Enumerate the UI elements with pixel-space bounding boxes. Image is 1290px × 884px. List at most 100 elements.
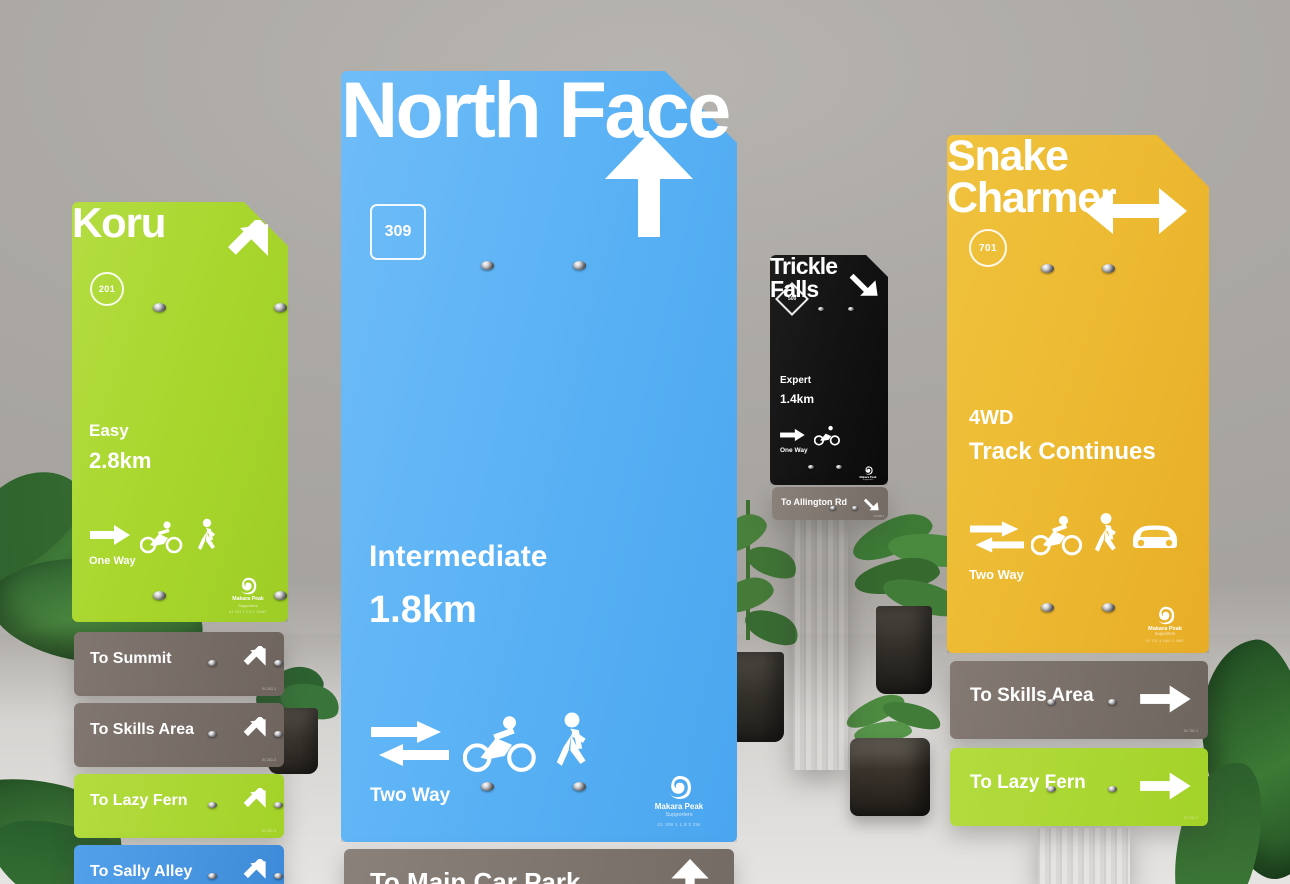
brand-subtitle: Supporters: [862, 478, 874, 481]
koru-spiral-icon: [667, 775, 691, 799]
sign-koru[interactable]: 201 Koru Easy 2.8km One Way Makara Peak …: [72, 201, 288, 622]
bolt: [208, 731, 217, 737]
arrow-two-way-icon: [371, 721, 449, 766]
finger-bar-to-main-car-park[interactable]: To Main Car Park: [344, 849, 734, 884]
car-icon: [1133, 525, 1177, 548]
arrow-down-right-icon: [863, 498, 879, 511]
sign-snake-charmer-way-label: Two Way: [969, 567, 1024, 582]
scene-stage: 201 Koru Easy 2.8km One Way Makara Peak …: [0, 0, 1290, 884]
finger-bar-label: To Sally Alley: [90, 863, 193, 880]
sign-koru-grade: Easy: [89, 421, 129, 440]
bolt: [1047, 699, 1056, 705]
bolt: [1108, 786, 1117, 792]
arrow-right-icon: [1140, 685, 1191, 713]
finger-bar-snake-to-lazy-fern[interactable]: To Lazy Fern 01 701 2: [950, 748, 1208, 826]
sign-north-face-distance: 1.8km: [369, 589, 477, 631]
bolt: [208, 802, 217, 808]
bolt: [153, 591, 166, 600]
arrow-up-right-icon: [243, 859, 266, 879]
finger-bar-to-lazy-fern[interactable]: To Lazy Fern 01 201 3: [74, 774, 284, 838]
sign-north-face-code: 309: [384, 223, 412, 240]
bolt: [830, 506, 836, 510]
finger-bar-to-allington-rd[interactable]: To Allington Rd 01 500 1: [772, 487, 888, 520]
sign-koru-code: 201: [98, 284, 116, 294]
sign-koru-distance: 2.8km: [89, 448, 152, 473]
finger-bar-code: 01 201 3: [262, 829, 276, 833]
brand-subtitle: Supporters: [665, 811, 693, 818]
post-trickle: [793, 520, 848, 770]
sign-north-face[interactable]: 309 North Face Intermediate 1.8km Two Wa…: [341, 70, 737, 842]
sign-trickle-falls-code: 500: [787, 296, 797, 302]
finger-bar-label: To Main Car Park: [370, 867, 581, 884]
koru-spiral-icon: [239, 578, 257, 595]
bolt: [481, 261, 494, 270]
brand-logo-north-face: Makara Peak Supporters 01 309 1 1.8 2 2W: [637, 775, 721, 828]
finger-bar-to-summit[interactable]: To Summit 01 201 1: [74, 632, 284, 696]
sign-north-face-grade: Intermediate: [369, 540, 548, 573]
finger-bar-to-sally-alley[interactable]: To Sally Alley: [74, 845, 284, 884]
bolt: [274, 660, 283, 666]
sign-koru-code-badge: 201: [90, 272, 124, 306]
bolt: [481, 782, 494, 791]
sign-snake-charmer-code: 701: [979, 242, 997, 254]
bolt: [274, 802, 283, 808]
arrow-down-right-icon: [849, 273, 878, 296]
bolt: [852, 506, 858, 510]
sign-north-face-way-label: Two Way: [370, 785, 451, 806]
arrow-right-icon: [1140, 772, 1191, 800]
bolt: [808, 465, 814, 469]
sign-trickle-falls-distance: 1.4km: [780, 392, 815, 406]
finger-bar-snake-to-skills-area[interactable]: To Skills Area 01 701 1: [950, 661, 1208, 739]
sign-snake-charmer-grade: 4WD: [969, 407, 1014, 429]
bolt: [274, 303, 287, 312]
finger-bar-code: 01 701 2: [1184, 816, 1198, 820]
plant-right: [1158, 633, 1290, 884]
finger-bar-label: To Skills Area: [90, 721, 195, 738]
arrow-up-icon: [605, 133, 693, 237]
sign-trickle-falls[interactable]: 500 Trickle Falls Expert 1.4km One Way M…: [770, 255, 888, 485]
sign-trickle-falls-way-label: One Way: [780, 447, 808, 454]
finger-bar-code: 01 500 1: [873, 515, 884, 518]
arrow-left-right-icon: [1085, 188, 1187, 234]
finger-bar-label: To Lazy Fern: [90, 792, 188, 809]
arrow-up-right-icon: [243, 717, 266, 737]
cyclist-icon: [463, 716, 536, 772]
bolt: [573, 261, 586, 270]
brand-subtitle: Supporters: [1154, 631, 1176, 637]
bolt: [153, 303, 166, 312]
brand-logo-koru: Makara Peak Supporters 01 201 1 2.8 1 1W…: [218, 577, 278, 614]
sign-snake-charmer[interactable]: 701 Snake Charmer 4WD Track Continues Tw…: [947, 134, 1209, 653]
bolt: [1102, 603, 1115, 612]
bolt: [1102, 264, 1115, 273]
walker-icon: [1094, 513, 1116, 552]
finger-bar-to-skills-area[interactable]: To Skills Area 01 201 2: [74, 703, 284, 767]
finger-bar-code: 01 201 2: [262, 758, 276, 762]
bolt: [274, 731, 283, 737]
arrow-right-icon: [780, 428, 805, 442]
sign-snake-charmer-code-badge: 701: [969, 229, 1007, 267]
bolt: [818, 307, 824, 311]
sign-koru-footer-code: 01 201 1 2.8 1 1WAY: [229, 609, 267, 614]
bolt: [208, 873, 217, 879]
bolt: [1041, 603, 1054, 612]
cyclist-icon: [1031, 515, 1083, 556]
sign-snake-charmer-footer-code: 01 701 4 4WD 2 4WD: [1145, 638, 1185, 643]
brand-subtitle: Supporters: [238, 602, 258, 608]
bolt: [1047, 786, 1056, 792]
post-snake: [1038, 828, 1130, 884]
finger-bar-code: 01 701 1: [1184, 729, 1198, 733]
sign-north-face-footer-code: 01 309 1 1.8 2 2W: [657, 822, 701, 828]
bolt: [573, 782, 586, 791]
cyclist-icon: [140, 521, 183, 554]
finger-bar-code: 01 201 1: [262, 687, 276, 691]
sign-north-face-code-badge: 309: [370, 204, 426, 260]
finger-bar-label: To Skills Area: [970, 685, 1094, 706]
koru-spiral-icon: [863, 466, 873, 475]
finger-bar-label: To Allington Rd: [781, 497, 847, 507]
brand-logo-trickle-falls: Makara Peak Supporters: [853, 466, 883, 481]
sign-trickle-falls-grade: Expert: [780, 375, 812, 386]
bolt: [836, 465, 842, 469]
bolt: [208, 660, 217, 666]
brand-name: Makara Peak: [232, 596, 264, 603]
arrow-up-right-icon: [227, 220, 268, 256]
